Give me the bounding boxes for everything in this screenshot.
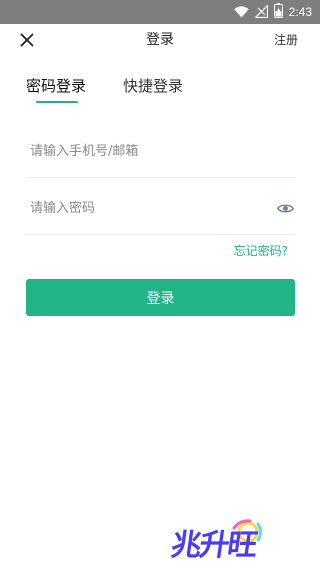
login-button[interactable]: 登录 [26,279,295,316]
watermark-logo: 兆升旺 [169,516,292,563]
page-title: 登录 [146,32,174,48]
phone-email-input[interactable] [30,125,260,177]
active-tab-indicator [36,101,78,103]
forgot-password-link[interactable]: 忘记密码? [234,242,288,259]
eye-icon [276,199,294,218]
status-bar: 2:43 [0,0,320,24]
toggle-password-visibility[interactable] [276,199,294,217]
tab-quick-login[interactable]: 快捷登录 [123,72,183,102]
password-input[interactable] [30,182,260,234]
wifi-icon [233,3,249,22]
status-icons: 2:43 [233,0,312,24]
password-field-row [26,182,296,235]
battery-icon [273,2,283,22]
tab-password-login[interactable]: 密码登录 [26,72,86,102]
header: 登录 注册 [0,24,320,58]
watermark-text: 兆升旺 [169,528,258,563]
close-icon [20,32,34,51]
register-link[interactable]: 注册 [274,24,298,58]
close-button[interactable] [16,30,38,52]
status-time: 2:43 [288,5,312,19]
signal-icon [253,3,268,22]
phone-field-row [26,125,296,178]
